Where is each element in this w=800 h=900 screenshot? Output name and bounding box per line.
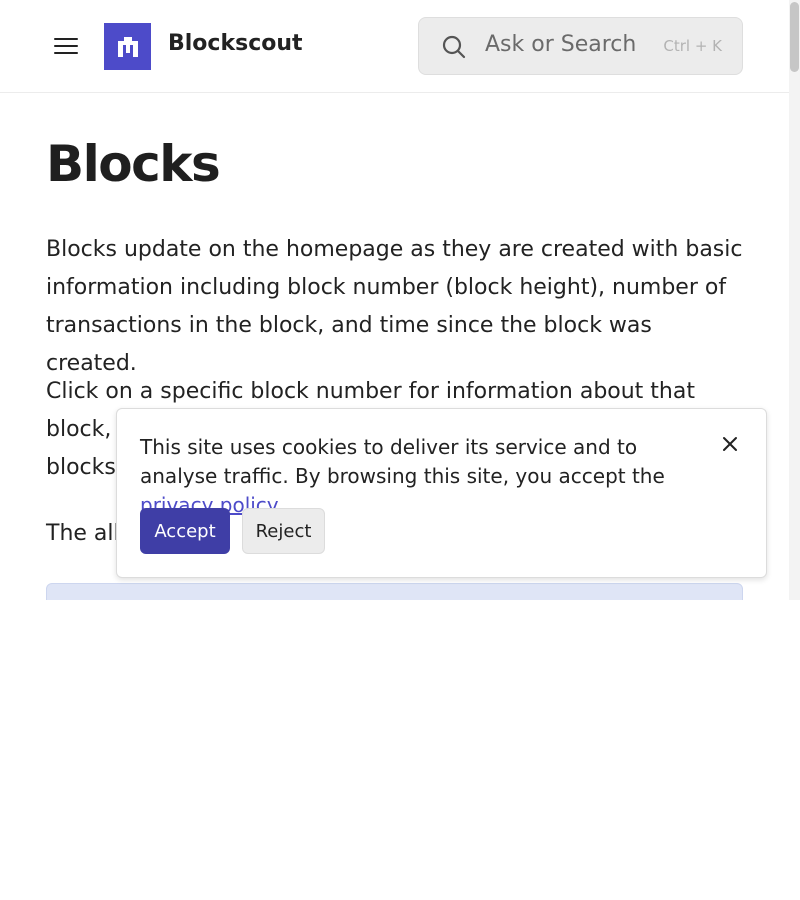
close-icon[interactable]	[719, 433, 741, 455]
page-scrollbar[interactable]	[789, 0, 800, 600]
search-input[interactable]: Ask or Search Ctrl + K	[418, 17, 743, 75]
page-viewport: Blockscout Ask or Search Ctrl + K Blocks…	[0, 0, 800, 600]
cookie-message: This site uses cookies to deliver its se…	[140, 433, 710, 520]
hamburger-menu-icon[interactable]	[50, 30, 82, 62]
blockscout-logo-icon[interactable]	[104, 23, 151, 70]
top-header: Blockscout Ask or Search Ctrl + K	[0, 0, 789, 93]
search-shortcut-hint: Ctrl + K	[663, 37, 722, 55]
search-placeholder: Ask or Search	[485, 32, 637, 57]
page-title: Blocks	[46, 135, 221, 193]
cookie-message-text: This site uses cookies to deliver its se…	[140, 435, 665, 488]
scrollbar-thumb[interactable]	[790, 2, 799, 72]
reject-cookies-button[interactable]: Reject	[242, 508, 325, 554]
brand-name[interactable]: Blockscout	[168, 31, 303, 56]
cookie-banner: This site uses cookies to deliver its se…	[116, 408, 767, 578]
intro-paragraph: Blocks update on the homepage as they ar…	[46, 237, 743, 376]
accept-cookies-button[interactable]: Accept	[140, 508, 230, 554]
info-callout	[46, 583, 743, 600]
search-icon	[442, 35, 466, 59]
